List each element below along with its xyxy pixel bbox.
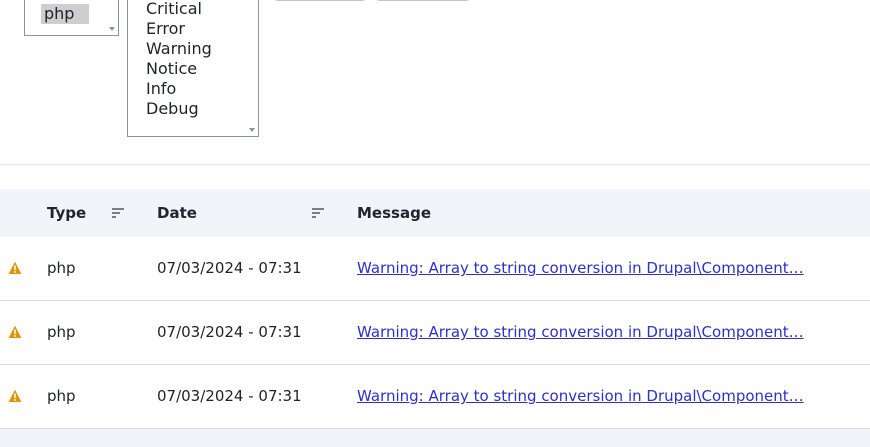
warning-icon [8,261,22,274]
table-row: php 07/03/2024 - 07:31 Warning: Array to… [0,301,870,365]
row-date: 07/03/2024 - 07:31 [157,323,302,341]
severity-option-critical[interactable]: Critical [146,0,202,19]
warning-icon [8,389,22,402]
severity-option-debug[interactable]: Debug [146,99,199,119]
filter-button[interactable] [275,0,365,1]
row-message-link[interactable]: Warning: Array to string conversion in D… [357,259,804,277]
filter-panel: php Critical Error Warning Notice Info D… [0,0,870,165]
type-option-php[interactable]: php [41,4,89,24]
row-type: php [47,323,76,341]
row-message-link[interactable]: Warning: Array to string conversion in D… [357,323,804,341]
scroll-down-arrow-icon[interactable] [249,128,255,132]
severity-filter-select[interactable]: Critical Error Warning Notice Info Debug [127,0,259,137]
scroll-down-arrow-icon[interactable] [109,27,115,31]
severity-option-error[interactable]: Error [146,19,185,39]
table-row: php 07/03/2024 - 07:31 Warning: Array to… [0,365,870,429]
column-header-date[interactable]: Date [157,189,197,237]
severity-option-notice[interactable]: Notice [146,59,197,79]
row-type: php [47,259,76,277]
warning-icon [8,325,22,338]
severity-option-info[interactable]: Info [146,79,176,99]
table-row [0,429,870,447]
severity-option-warning[interactable]: Warning [146,39,212,59]
sort-icon[interactable] [112,208,124,218]
row-date: 07/03/2024 - 07:31 [157,259,302,277]
column-header-type[interactable]: Type [47,189,86,237]
type-filter-select[interactable]: php [24,0,119,36]
reset-button[interactable] [377,0,469,1]
table-row: php 07/03/2024 - 07:31 Warning: Array to… [0,237,870,301]
table-header: Type Date Message [0,189,870,237]
row-date: 07/03/2024 - 07:31 [157,387,302,405]
sort-icon[interactable] [312,208,324,218]
row-type: php [47,387,76,405]
column-header-message: Message [357,204,431,222]
row-message-link[interactable]: Warning: Array to string conversion in D… [357,387,804,405]
